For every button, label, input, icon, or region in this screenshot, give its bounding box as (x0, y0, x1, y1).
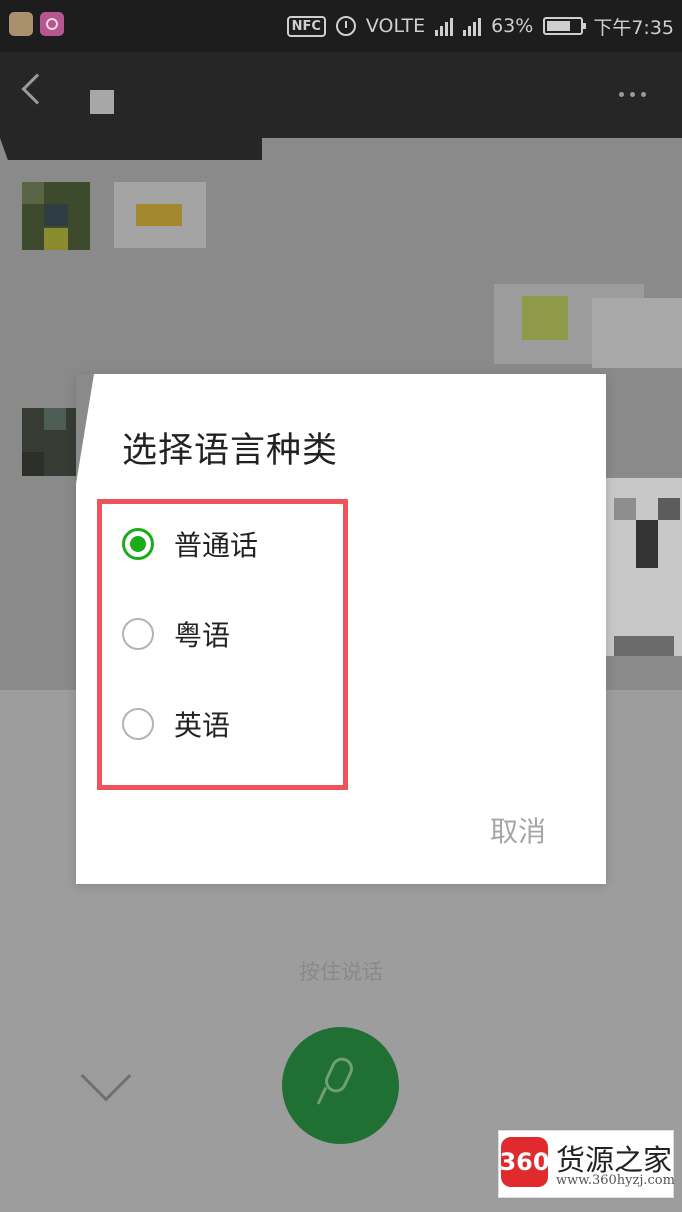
chat-title-redacted (90, 90, 114, 114)
option-label: 粤语 (174, 619, 231, 652)
battery-percent: 63% (491, 15, 534, 37)
4g-signal-icon (463, 16, 482, 36)
watermark-url: www.360hyzj.com (556, 1173, 675, 1188)
radio-unchecked-icon[interactable] (122, 618, 154, 650)
option-label: 英语 (174, 709, 231, 742)
volte-indicator: VOLTE (365, 15, 426, 37)
option-mandarin[interactable]: 普通话 (122, 524, 258, 564)
option-english[interactable]: 英语 (122, 704, 230, 744)
microphone-button[interactable] (282, 1027, 399, 1144)
battery-icon (543, 17, 587, 35)
radio-unchecked-icon[interactable] (122, 708, 154, 740)
message-bubble (592, 298, 682, 368)
pink-app-icon (40, 12, 64, 36)
message-bubble (606, 478, 682, 656)
status-bar: NFC VOLTE 63% 下午7:35 (0, 0, 682, 52)
hold-to-talk-hint: 按住说话 (299, 960, 383, 984)
more-dots-icon[interactable] (619, 92, 646, 97)
nfc-indicator: NFC (286, 15, 326, 37)
cancel-button[interactable]: 取消 (490, 810, 546, 850)
header-shadow (0, 138, 262, 160)
360-logo-icon: 360 (499, 1137, 550, 1187)
watermark-logo: 360 货源之家 www.360hyzj.com (498, 1130, 675, 1198)
alarm-icon (335, 16, 356, 36)
dialog-title: 选择语言种类 (122, 431, 339, 471)
radio-checked-icon[interactable] (122, 528, 154, 560)
language-select-dialog: 选择语言种类 普通话 粤语 英语 取消 (76, 374, 606, 884)
shield-app-icon (9, 12, 33, 36)
chat-header (0, 52, 682, 138)
signal-icon (435, 16, 454, 36)
option-label: 普通话 (174, 529, 259, 562)
option-cantonese[interactable]: 粤语 (122, 614, 230, 654)
clock: 下午7:35 (593, 16, 674, 39)
back-arrow-icon[interactable] (21, 73, 53, 105)
